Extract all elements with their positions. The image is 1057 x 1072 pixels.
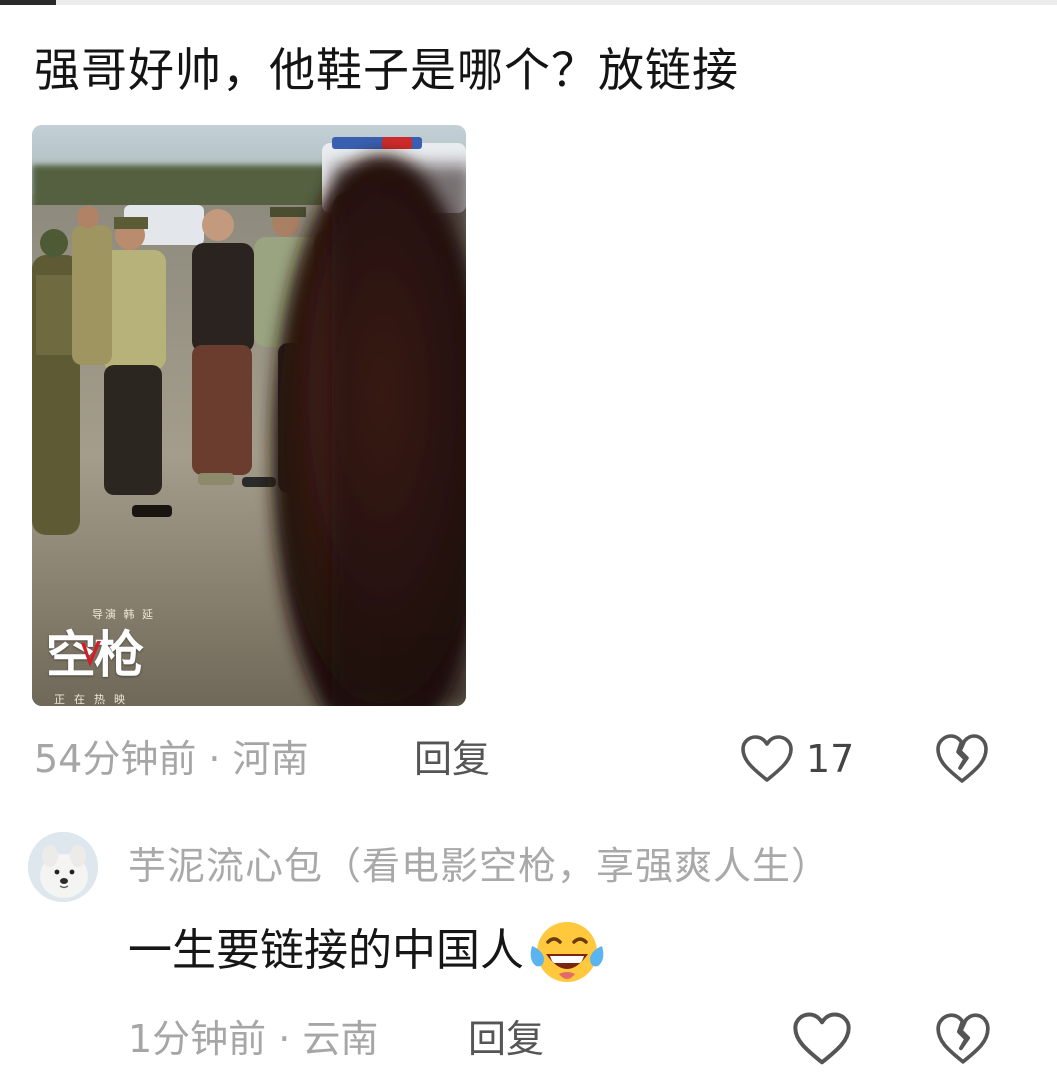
top-divider-indicator (0, 0, 56, 5)
reply-text-content: 一生要链接的中国人 (128, 925, 524, 976)
reply-text: 一生要链接的中国人 (128, 916, 608, 986)
reply-meta: 1分钟前 · 云南 回复 (128, 1010, 1028, 1068)
reply-time-location: 1分钟前 · 云南 (128, 1017, 379, 1061)
comment-time-location: 54分钟前 · 河南 (34, 737, 309, 781)
dog-avatar-icon (28, 832, 98, 902)
reply-reply-button[interactable]: 回复 (468, 1010, 544, 1068)
reply-avatar[interactable] (28, 832, 98, 902)
reply-author-name[interactable]: 芋泥流心包（看电影空枪，享强爽人生） (128, 836, 830, 896)
poster-director-credit: 导演 韩 延 (92, 608, 155, 621)
reply-like-button[interactable] (792, 1010, 852, 1068)
tears-of-joy-emoji-icon (530, 922, 604, 982)
dislike-button[interactable] (934, 732, 990, 786)
comment-meta: 54分钟前 · 河南 回复 17 (34, 730, 1024, 788)
reply-dislike-button[interactable] (934, 1010, 992, 1068)
poster-movie-title: 空枪 (46, 625, 144, 685)
reply-button[interactable]: 回复 (414, 730, 490, 788)
comment-text: 强哥好帅，他鞋子是哪个？放链接 (34, 43, 739, 97)
top-divider (0, 0, 1057, 5)
comment-image[interactable]: 导演 韩 延 空枪 正在热映 (32, 125, 466, 706)
like-count: 17 (806, 737, 855, 781)
heart-outline-icon (793, 1012, 851, 1065)
red-v-mark-icon (81, 641, 101, 667)
poster-tagline: 正在热映 (54, 693, 134, 706)
heart-outline-icon (741, 735, 793, 782)
broken-heart-icon (936, 1013, 990, 1064)
like-button[interactable]: 17 (740, 730, 854, 788)
broken-heart-icon (936, 734, 988, 783)
